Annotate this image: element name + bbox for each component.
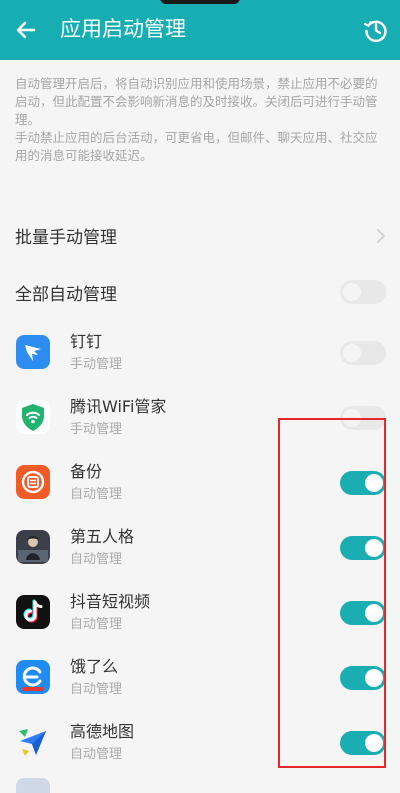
description-paragraph-2: 手动禁止应用的后台活动，可更省电，但邮件、聊天应用、社交应用的消息可能接收延迟。 <box>15 130 378 163</box>
all-auto-label: 全部自动管理 <box>15 285 117 305</box>
app-name: 饿了么 <box>70 657 119 676</box>
app-icon-partial <box>16 778 50 793</box>
app-mode: 手动管理 <box>70 357 123 372</box>
app-mode: 自动管理 <box>70 617 123 632</box>
app-mode: 自动管理 <box>70 552 123 567</box>
app-name: 第五人格 <box>70 527 135 546</box>
chevron-right-icon <box>377 229 385 243</box>
app-name: 高德地图 <box>70 722 135 741</box>
app-mode: 手动管理 <box>70 422 123 437</box>
dingtalk-icon <box>16 335 50 369</box>
description-text: 自动管理开启后，将自动识别应用和使用场景，禁止应用不必要的启动，但此配置不会影响… <box>15 75 387 165</box>
app-mode: 自动管理 <box>70 682 123 697</box>
batch-manual-label: 批量手动管理 <box>15 228 117 248</box>
all-auto-row: 全部自动管理 <box>0 272 400 312</box>
camera-notch <box>160 0 240 4</box>
wifi-shield-icon <box>16 400 50 434</box>
app-row-dingtalk: 钉钉 手动管理 <box>0 320 400 385</box>
app-mode: 自动管理 <box>70 747 123 762</box>
eleme-icon <box>16 660 50 694</box>
page-title: 应用启动管理 <box>60 17 186 41</box>
backup-icon <box>16 465 50 499</box>
app-mode: 自动管理 <box>70 487 123 502</box>
app-name: 抖音短视频 <box>70 592 151 611</box>
back-arrow-icon[interactable] <box>12 16 40 44</box>
toggle-knob <box>343 283 361 301</box>
app-name: 备份 <box>70 462 103 481</box>
app-header: 应用启动管理 <box>0 0 400 60</box>
description-paragraph-1: 自动管理开启后，将自动识别应用和使用场景，禁止应用不必要的启动，但此配置不会影响… <box>15 76 378 127</box>
next-app-row-partial <box>0 772 400 793</box>
amap-icon <box>16 725 50 759</box>
history-clock-icon[interactable] <box>362 16 390 44</box>
red-highlight-box <box>278 418 386 768</box>
identity-v-icon <box>16 530 50 564</box>
app-name: 钉钉 <box>70 332 103 351</box>
batch-manual-row[interactable]: 批量手动管理 <box>0 216 400 256</box>
app-toggle-dingtalk[interactable] <box>340 341 386 365</box>
all-auto-toggle[interactable] <box>340 280 386 304</box>
tiktok-icon <box>16 595 50 629</box>
app-name: 腾讯WiFi管家 <box>70 397 167 416</box>
toggle-knob <box>343 344 361 362</box>
